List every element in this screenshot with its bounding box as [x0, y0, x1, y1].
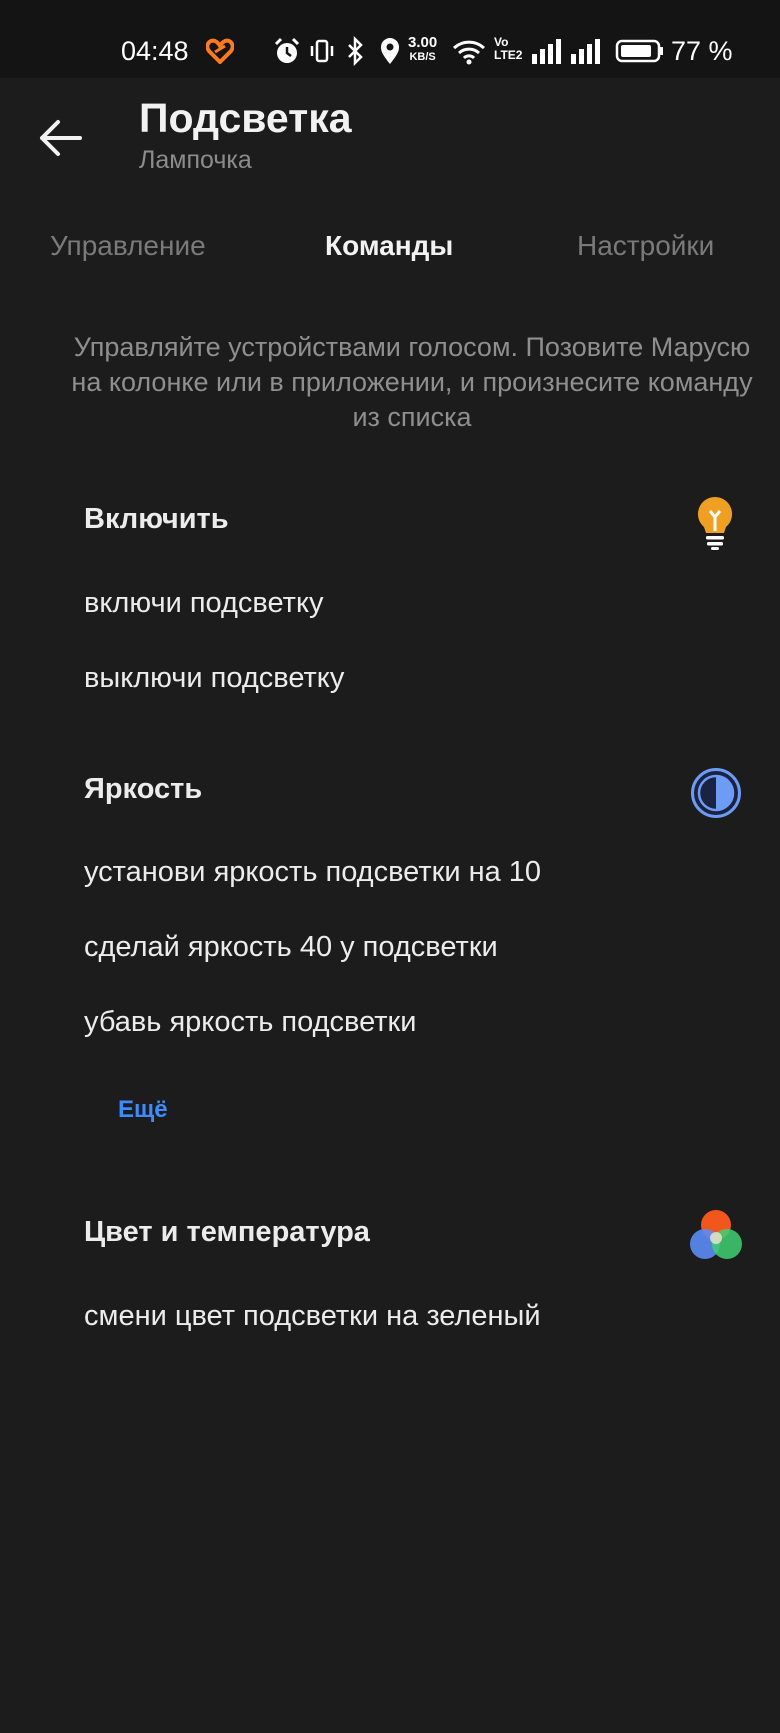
intro-text: Управляйте устройствами голосом. Позовит…: [71, 332, 753, 432]
tab-control[interactable]: Управление: [50, 230, 206, 262]
lightbulb-icon: [697, 496, 733, 550]
battery-percent: 77 %: [671, 36, 733, 66]
brightness-icon: [691, 768, 741, 818]
status-bar: 04:48 3.00 KB/S Vo LTE2 77 %: [0, 0, 780, 78]
command-item[interactable]: смени цвет подсветки на зеленый: [84, 1300, 541, 1333]
section-title-brightness: Яркость: [84, 773, 203, 805]
command-item[interactable]: установи яркость подсветки на 10: [84, 856, 541, 889]
page-title: Подсветка: [139, 95, 352, 141]
back-arrow-icon[interactable]: [36, 113, 86, 163]
command-item[interactable]: сделай яркость 40 у подсветки: [84, 931, 498, 964]
section-title-color: Цвет и температура: [84, 1216, 370, 1248]
page-subtitle: Лампочка: [139, 146, 252, 174]
battery-icon: [615, 39, 663, 63]
alarm-icon: [274, 37, 300, 63]
tab-commands[interactable]: Команды: [325, 230, 453, 262]
volte-indicator: Vo LTE2: [494, 35, 523, 62]
heart-icon: [206, 38, 234, 64]
vibrate-icon: [310, 39, 334, 63]
signal-icon: [532, 39, 561, 64]
more-link[interactable]: Ещё: [118, 1096, 168, 1124]
wifi-icon: [452, 40, 486, 65]
command-item[interactable]: выключи подсветку: [84, 662, 344, 695]
status-time: 04:48: [121, 36, 189, 66]
signal-icon: [571, 39, 600, 64]
tab-settings[interactable]: Настройки: [577, 230, 714, 262]
bluetooth-icon: [348, 36, 363, 66]
location-icon: [381, 38, 399, 64]
section-title-power: Включить: [84, 503, 229, 535]
network-speed: 3.00 KB/S: [408, 34, 438, 63]
command-item[interactable]: включи подсветку: [84, 587, 323, 620]
color-circles-icon: [690, 1210, 742, 1259]
command-item[interactable]: убавь яркость подсветки: [84, 1006, 416, 1039]
